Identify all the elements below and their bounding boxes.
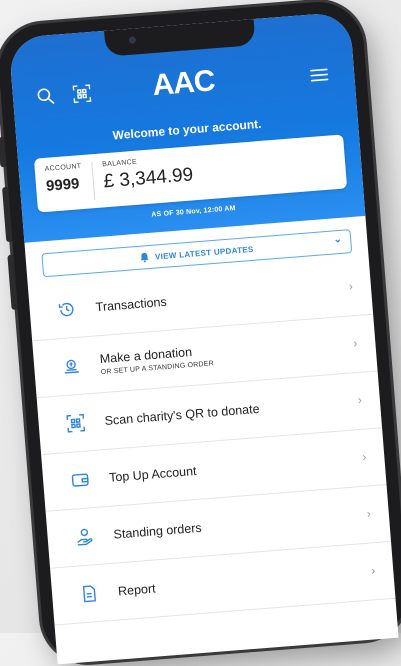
chevron-right-icon: › xyxy=(357,392,363,408)
chevron-right-icon: › xyxy=(348,279,354,294)
volume-down-button xyxy=(7,254,18,310)
chevron-down-icon: ⌄ xyxy=(333,233,343,246)
updates-label: VIEW LATEST UPDATES xyxy=(154,244,254,262)
phone-screen: AAC Welcome to your account. ACCOUNT 999… xyxy=(8,11,399,665)
menu-item-label: Top Up Account xyxy=(108,463,197,485)
history-icon xyxy=(55,298,79,322)
account-label: ACCOUNT xyxy=(44,163,82,173)
menu-item-label: Report xyxy=(117,581,157,599)
balance-value: £ 3,344.99 xyxy=(102,164,194,193)
camera xyxy=(128,36,137,44)
donation-icon xyxy=(59,355,83,379)
menu-item-label: Standing orders xyxy=(113,520,203,542)
wallet-icon xyxy=(68,468,92,492)
menu-item-label: Scan charity's QR to donate xyxy=(104,401,260,428)
hand-coin-icon xyxy=(73,525,97,549)
mute-switch xyxy=(0,137,7,168)
chevron-right-icon: › xyxy=(361,449,367,464)
bell-icon xyxy=(140,252,149,263)
account-number: 9999 xyxy=(45,175,81,195)
hamburger-menu-icon[interactable] xyxy=(307,63,331,87)
report-icon xyxy=(77,582,101,606)
account-number-block: ACCOUNT 9999 xyxy=(34,154,95,212)
phone-frame: AAC Welcome to your account. ACCOUNT 999… xyxy=(0,0,401,666)
chevron-right-icon: › xyxy=(352,335,358,351)
balance-block: BALANCE £ 3,344.99 xyxy=(91,153,205,201)
chevron-right-icon: › xyxy=(366,506,372,521)
qr-scan-icon xyxy=(64,411,88,435)
main-menu-list: Transactions › Make a donation OR SET UP… xyxy=(27,257,396,626)
volume-up-button xyxy=(2,186,13,243)
menu-item-label: Transactions xyxy=(95,294,168,315)
app-logo: AAC xyxy=(151,64,216,103)
chevron-right-icon: › xyxy=(370,563,376,578)
